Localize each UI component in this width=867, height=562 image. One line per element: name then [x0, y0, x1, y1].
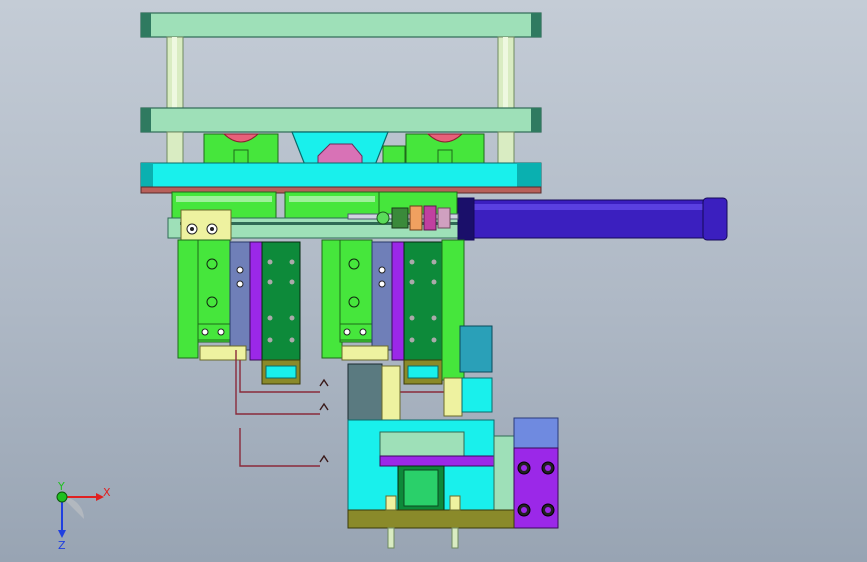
x-axis-label: X: [103, 486, 111, 499]
z-axis-label: Z: [58, 539, 66, 552]
coordinate-triad: X Y Z: [56, 480, 111, 552]
gripper-right: [321, 239, 465, 385]
bearing-block-right: [405, 133, 485, 167]
cad-viewport[interactable]: X Y Z: [0, 0, 867, 562]
y-axis-dot: [56, 491, 68, 503]
middle-plate: [140, 107, 542, 133]
y-axis-label: Y: [57, 480, 65, 493]
top-plate: [140, 12, 542, 38]
bearing-block-left: [203, 133, 279, 167]
base-plate: [140, 162, 542, 194]
